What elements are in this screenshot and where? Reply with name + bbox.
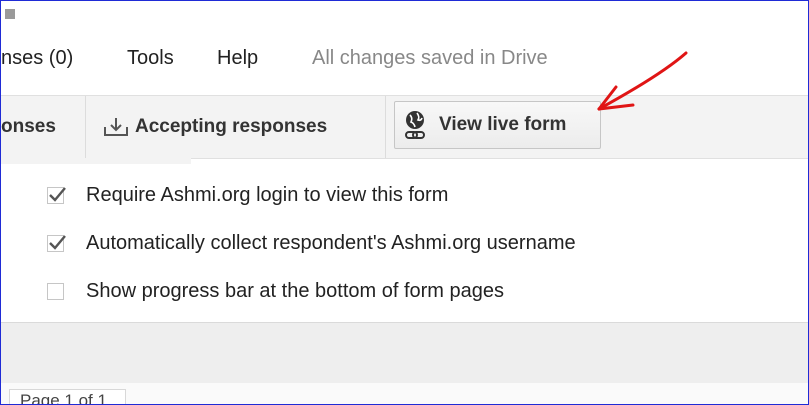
accepting-responses-button[interactable]: Accepting responses xyxy=(103,96,327,158)
menu-help[interactable]: Help xyxy=(217,47,258,70)
menu-tools[interactable]: Tools xyxy=(127,47,174,70)
page-indicator-tab[interactable]: Page 1 of 1 xyxy=(9,389,126,405)
menu-responses[interactable]: nses (0) xyxy=(1,47,73,70)
progress-bar-label: Show progress bar at the bottom of form … xyxy=(86,279,504,302)
collect-username-checkbox[interactable] xyxy=(47,234,66,252)
collect-username-label: Automatically collect respondent's Ashmi… xyxy=(86,231,576,254)
download-tray-icon xyxy=(103,115,129,139)
toolbar-divider xyxy=(85,96,86,158)
option-collect-username[interactable]: Automatically collect respondent's Ashmi… xyxy=(47,228,576,258)
view-live-form-label: View live form xyxy=(439,114,567,135)
screenshot-frame: nses (0) Tools Help All changes saved in… xyxy=(0,0,809,405)
accepting-responses-label: Accepting responses xyxy=(135,116,328,137)
form-header-band xyxy=(1,322,808,384)
view-responses-button[interactable]: onses xyxy=(1,96,56,158)
checkmark-icon xyxy=(49,186,66,202)
globe-link-icon xyxy=(403,109,431,141)
checkmark-icon xyxy=(49,234,66,250)
save-status: All changes saved in Drive xyxy=(312,47,548,69)
page-indicator: Page 1 of 1 xyxy=(20,391,107,405)
require-login-checkbox[interactable] xyxy=(47,186,66,204)
view-responses-label: onses xyxy=(1,116,56,137)
toolbar-divider xyxy=(385,96,386,158)
annotation-arrow-icon xyxy=(597,51,688,111)
form-settings-panel: Require Ashmi.org login to view this for… xyxy=(1,164,808,322)
progress-bar-checkbox[interactable] xyxy=(47,282,64,300)
page-footer: Page 1 of 1 xyxy=(1,383,808,404)
require-login-label: Require Ashmi.org login to view this for… xyxy=(86,183,449,206)
option-progress-bar[interactable]: Show progress bar at the bottom of form … xyxy=(47,276,504,306)
window-corner-mark xyxy=(5,9,15,19)
option-require-login[interactable]: Require Ashmi.org login to view this for… xyxy=(47,180,448,210)
view-live-form-button[interactable]: View live form xyxy=(394,101,601,149)
